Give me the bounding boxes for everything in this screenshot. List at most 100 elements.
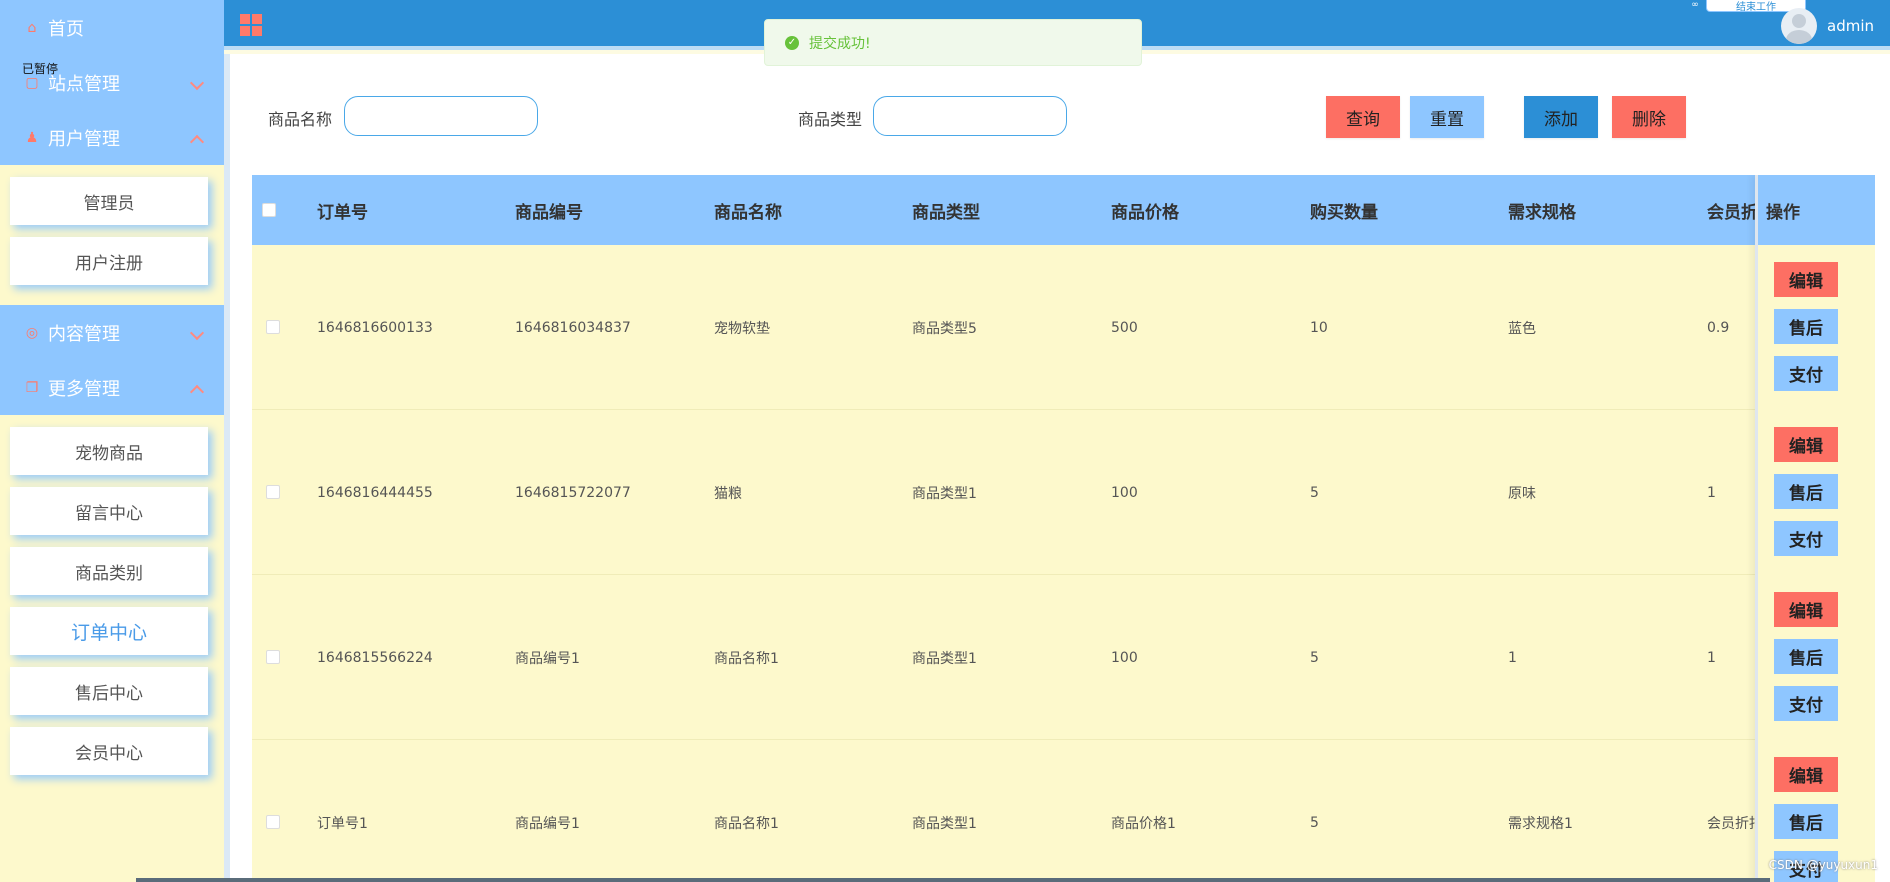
col-header-price: 商品价格 bbox=[1111, 202, 1179, 223]
username: admin bbox=[1827, 17, 1874, 35]
row2-after-sales-button[interactable]: 售后 bbox=[1774, 474, 1838, 509]
row2-edit-button[interactable]: 编辑 bbox=[1774, 427, 1838, 462]
submenu-item-member-center[interactable]: 会员中心 bbox=[10, 727, 208, 775]
row1-edit-button[interactable]: 编辑 bbox=[1774, 262, 1838, 297]
cell-discount: 1 bbox=[1707, 484, 1716, 501]
apps-grid-icon[interactable] bbox=[240, 14, 262, 36]
cell-goods-no: 商品编号1 bbox=[515, 650, 580, 667]
toast-message: 提交成功! bbox=[809, 35, 871, 52]
sidebar-item-home[interactable]: ⌂ 首页 bbox=[0, 0, 224, 55]
row3-edit-button[interactable]: 编辑 bbox=[1774, 592, 1838, 627]
cell-price: 100 bbox=[1111, 649, 1138, 666]
table-row: 1646816444455 1646815722077 猫粮 商品类型1 100… bbox=[252, 410, 1875, 575]
row2-pay-button[interactable]: 支付 bbox=[1774, 521, 1838, 556]
sidebar-mid-group: ◎ 内容管理 ❐ 更多管理 bbox=[0, 305, 224, 415]
reset-button[interactable]: 重置 bbox=[1410, 96, 1484, 138]
avatar bbox=[1781, 8, 1817, 44]
submenu-item-admin[interactable]: 管理员 bbox=[10, 177, 208, 225]
user-submenu: 管理员 用户注册 bbox=[0, 165, 224, 305]
cell-goods-type: 商品类型1 bbox=[912, 815, 977, 832]
sidebar: ⌂ 首页 ▢ 站点管理 ♟ 用户管理 已暂停 管理员 用户注册 ◎ 内容管理 ❐… bbox=[0, 0, 224, 882]
row-checkbox[interactable] bbox=[266, 485, 280, 499]
select-all-checkbox[interactable] bbox=[262, 203, 276, 217]
cell-spec: 需求规格1 bbox=[1508, 815, 1573, 832]
sidebar-top-group: ⌂ 首页 ▢ 站点管理 ♟ 用户管理 bbox=[0, 0, 224, 165]
cell-spec: 蓝色 bbox=[1508, 320, 1536, 337]
table-row: 1646815566224 商品编号1 商品名称1 商品类型1 100 5 1 … bbox=[252, 575, 1875, 740]
content-border bbox=[224, 54, 230, 882]
submenu-item-pet-goods[interactable]: 宠物商品 bbox=[10, 427, 208, 475]
submenu-item-messages[interactable]: 留言中心 bbox=[10, 487, 208, 535]
row1-pay-button[interactable]: 支付 bbox=[1774, 356, 1838, 391]
row3-pay-button[interactable]: 支付 bbox=[1774, 686, 1838, 721]
cell-price: 100 bbox=[1111, 484, 1138, 501]
row-checkbox[interactable] bbox=[266, 320, 280, 334]
cell-qty: 5 bbox=[1310, 484, 1319, 501]
cell-qty: 5 bbox=[1310, 814, 1319, 831]
cell-price: 500 bbox=[1111, 319, 1138, 336]
home-icon: ⌂ bbox=[27, 19, 37, 36]
success-toast: ✓ 提交成功! bbox=[764, 19, 1142, 66]
row3-after-sales-button[interactable]: 售后 bbox=[1774, 639, 1838, 674]
more-submenu: 宠物商品 留言中心 商品类别 订单中心 售后中心 会员中心 bbox=[0, 415, 224, 795]
operations-header-bg: 操作 bbox=[1758, 175, 1875, 245]
col-header-goods-type: 商品类型 bbox=[912, 202, 980, 223]
cell-goods-type: 商品类型1 bbox=[912, 485, 977, 502]
cell-order-no: 1646816600133 bbox=[317, 319, 433, 336]
paused-overlay-tag: 已暂停 bbox=[22, 62, 59, 76]
goods-type-label: 商品类型 bbox=[798, 110, 863, 129]
sidebar-item-label: 内容管理 bbox=[48, 323, 120, 345]
submenu-item-order-center[interactable]: 订单中心 bbox=[10, 607, 208, 655]
row-checkbox[interactable] bbox=[266, 650, 280, 664]
query-button[interactable]: 查询 bbox=[1326, 96, 1400, 138]
cell-spec: 1 bbox=[1508, 649, 1517, 666]
delete-button[interactable]: 删除 bbox=[1612, 96, 1686, 138]
sidebar-item-user-mgmt[interactable]: ♟ 用户管理 bbox=[0, 110, 224, 165]
row4-edit-button[interactable]: 编辑 bbox=[1774, 757, 1838, 792]
row1-after-sales-button[interactable]: 售后 bbox=[1774, 309, 1838, 344]
cell-goods-name: 商品名称1 bbox=[714, 650, 779, 667]
cell-goods-type: 商品类型1 bbox=[912, 650, 977, 667]
cell-order-no: 1646815566224 bbox=[317, 649, 433, 666]
submenu-item-goods-category[interactable]: 商品类别 bbox=[10, 547, 208, 595]
cell-goods-name: 猫粮 bbox=[714, 485, 742, 502]
cell-discount: 1 bbox=[1707, 649, 1716, 666]
main-content: 商品名称 商品类型 查询 重置 添加 删除 订单号 商品编号 商品名称 商品类型… bbox=[224, 54, 1890, 882]
cell-price: 商品价格1 bbox=[1111, 815, 1176, 832]
sidebar-item-label: 更多管理 bbox=[48, 378, 120, 400]
submenu-item-after-sales[interactable]: 售后中心 bbox=[10, 667, 208, 715]
user-menu[interactable]: admin bbox=[1781, 8, 1874, 44]
chevron-down-icon bbox=[189, 75, 205, 90]
order-table: 订单号 商品编号 商品名称 商品类型 商品价格 购买数量 需求规格 会员折扣 1… bbox=[252, 175, 1875, 882]
goods-type-input[interactable] bbox=[873, 96, 1067, 136]
goods-name-input[interactable] bbox=[344, 96, 538, 136]
submenu-item-user-register[interactable]: 用户注册 bbox=[10, 237, 208, 285]
row4-after-sales-button[interactable]: 售后 bbox=[1774, 804, 1838, 839]
cell-qty: 5 bbox=[1310, 649, 1319, 666]
copy-icon: ❐ bbox=[25, 379, 39, 396]
operations-column: 操作 编辑 售后 支付 编辑 售后 支付 编辑 售后 支付 编辑 售后 支付 bbox=[1755, 175, 1875, 882]
col-header-goods-no: 商品编号 bbox=[515, 202, 583, 223]
add-button[interactable]: 添加 bbox=[1524, 96, 1598, 138]
col-header-goods-name: 商品名称 bbox=[714, 202, 782, 223]
cell-goods-no: 商品编号1 bbox=[515, 815, 580, 832]
chevron-up-icon bbox=[189, 384, 205, 399]
sidebar-item-content-mgmt[interactable]: ◎ 内容管理 bbox=[0, 305, 224, 360]
goods-name-label: 商品名称 bbox=[268, 110, 333, 129]
table-header: 订单号 商品编号 商品名称 商品类型 商品价格 购买数量 需求规格 会员折扣 bbox=[252, 175, 1875, 245]
col-header-order-no: 订单号 bbox=[317, 202, 368, 223]
table-row: 1646816600133 1646816034837 宠物软垫 商品类型5 5… bbox=[252, 245, 1875, 410]
cell-discount: 会员折扣1 bbox=[1707, 815, 1755, 832]
cell-order-no: 订单号1 bbox=[317, 815, 368, 832]
sidebar-item-label: 首页 bbox=[48, 18, 84, 40]
sidebar-item-more-mgmt[interactable]: ❐ 更多管理 bbox=[0, 360, 224, 415]
cell-spec: 原味 bbox=[1508, 485, 1536, 502]
watermark: CSDN @yuyuxun1 bbox=[1768, 858, 1878, 872]
operations-body: 编辑 售后 支付 编辑 售后 支付 编辑 售后 支付 编辑 售后 支付 bbox=[1758, 245, 1875, 882]
loop-icon: ∞ bbox=[1685, 0, 1705, 10]
col-header-spec: 需求规格 bbox=[1508, 202, 1576, 223]
row-checkbox[interactable] bbox=[266, 815, 280, 829]
cell-goods-name: 宠物软垫 bbox=[714, 320, 770, 337]
check-circle-icon: ✓ bbox=[785, 35, 799, 50]
cell-goods-no: 1646815722077 bbox=[515, 484, 631, 501]
